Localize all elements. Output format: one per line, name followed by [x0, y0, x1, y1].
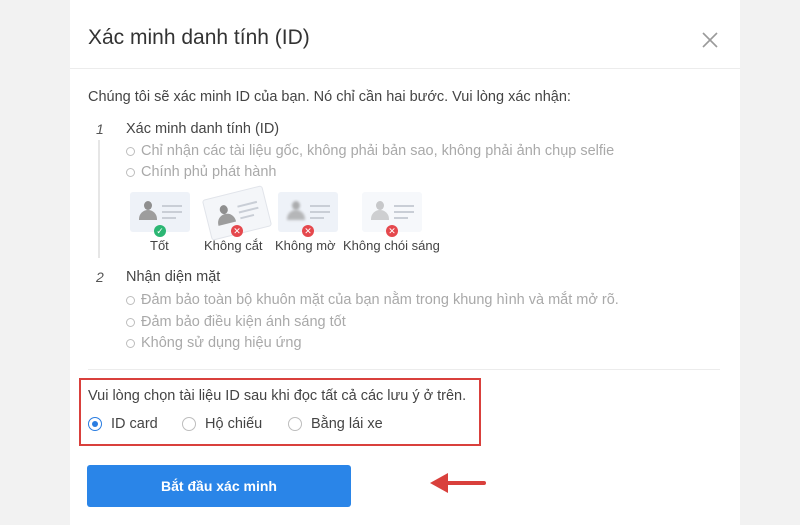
radio-unchecked-icon	[182, 417, 196, 431]
radio-passport[interactable]: Hộ chiếu	[182, 416, 262, 432]
x-icon: ✕	[231, 225, 243, 237]
check-icon: ✓	[154, 225, 166, 237]
dialog-title: Xác minh danh tính (ID)	[88, 26, 310, 49]
radio-driver-license[interactable]: Bằng lái xe	[288, 416, 383, 432]
radio-unchecked-icon	[288, 417, 302, 431]
radio-checked-icon	[88, 417, 102, 431]
example-label: Không mờ	[275, 238, 336, 253]
bullet-icon	[126, 338, 135, 348]
x-icon: ✕	[386, 225, 398, 237]
bullet-icon	[126, 167, 135, 177]
step-title: Nhận diện mặt	[126, 269, 221, 285]
step-note: Chính phủ phát hành	[126, 164, 276, 180]
bullet-icon	[126, 317, 135, 327]
step-note: Không sử dụng hiệu ứng	[126, 335, 302, 351]
divider	[88, 369, 720, 370]
verification-dialog: Xác minh danh tính (ID) Chúng tôi sẽ xác…	[70, 0, 740, 525]
step-connector	[98, 140, 100, 258]
close-icon	[702, 32, 718, 48]
radio-id-card[interactable]: ID card	[88, 416, 158, 432]
example-label: Không chói sáng	[343, 238, 440, 253]
x-icon: ✕	[302, 225, 314, 237]
bullet-icon	[126, 295, 135, 305]
bullet-icon	[126, 146, 135, 156]
step-note: Chỉ nhận các tài liệu gốc, không phải bả…	[126, 143, 614, 159]
intro-text: Chúng tôi sẽ xác minh ID của bạn. Nó chỉ…	[88, 89, 571, 105]
step-number: 1	[96, 121, 104, 137]
close-button[interactable]	[700, 30, 720, 50]
step-title: Xác minh danh tính (ID)	[126, 121, 280, 137]
start-verification-button[interactable]: Bắt đầu xác minh	[87, 465, 351, 507]
step-note: Đảm bảo toàn bộ khuôn mặt của bạn nằm tr…	[126, 292, 619, 308]
arrow-left-icon	[430, 473, 486, 493]
step-note: Đảm bảo điều kiện ánh sáng tốt	[126, 314, 346, 330]
example-label: Tốt	[150, 238, 169, 253]
step-number: 2	[96, 269, 104, 285]
dialog-header: Xác minh danh tính (ID)	[70, 0, 740, 69]
example-label: Không cắt	[204, 238, 263, 253]
document-select-label: Vui lòng chọn tài liệu ID sau khi đọc tấ…	[88, 388, 467, 404]
